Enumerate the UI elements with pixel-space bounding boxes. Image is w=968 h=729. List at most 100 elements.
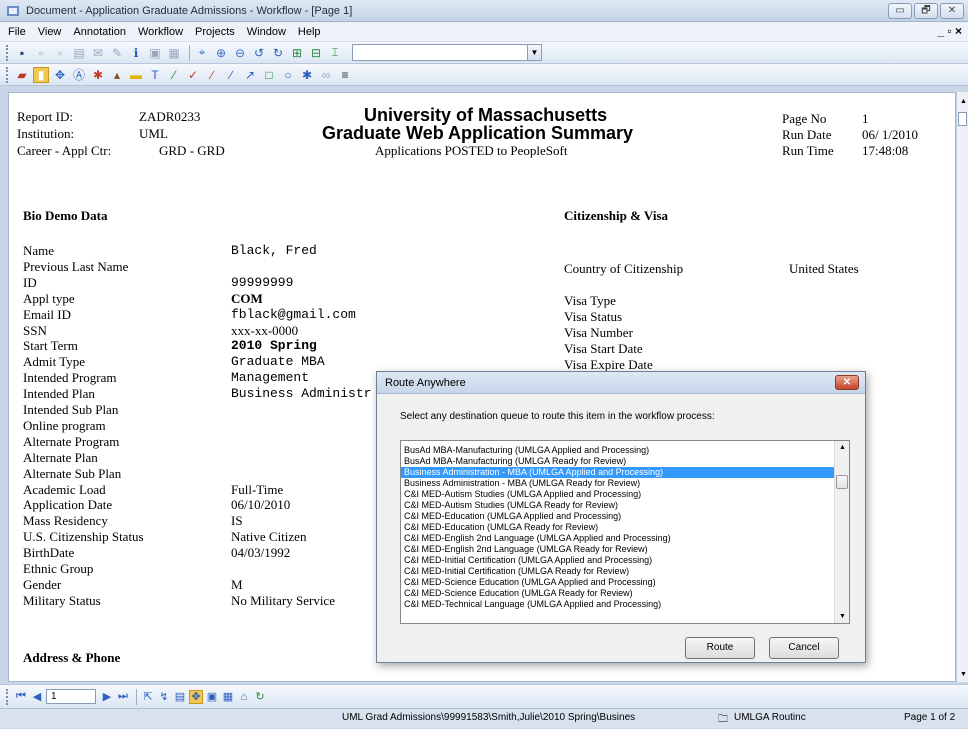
pen-icon[interactable]: ✎ [109,45,125,61]
highlighter-icon[interactable]: ▬ [128,67,144,83]
queue-item[interactable]: Business Administration - MBA (UMLGA Rea… [401,478,835,489]
cancel-button[interactable]: Cancel [769,637,839,659]
menu-window[interactable]: Window [247,26,286,38]
check-icon[interactable]: ✓ [185,67,201,83]
ellipse-icon[interactable]: ○ [280,67,296,83]
stamp-icon[interactable]: ▴ [109,67,125,83]
zoom-dropdown[interactable]: ▼ [352,44,542,61]
history-icon[interactable]: ⌂ [237,690,251,704]
queue-item[interactable]: C&I MED-Technical Language (UMLGA Applie… [401,599,835,610]
queue-listbox[interactable]: BusAd MBA-Manufacturing (UMLGA Applied a… [400,440,850,624]
arrow-icon[interactable]: ↗ [242,67,258,83]
close-button[interactable]: ✕ [940,3,964,19]
scroll-down-icon[interactable]: ▼ [839,613,846,620]
fax-icon[interactable]: ▦ [166,45,182,61]
bio-value: COM [231,290,263,306]
scroll-up-icon[interactable]: ▲ [960,98,967,105]
notes-icon[interactable]: ▦ [221,690,235,704]
bio-label: Alternate Program [23,433,120,449]
scan-icon[interactable]: ▣ [147,45,163,61]
fit-height-icon[interactable]: ⌶ [327,45,343,61]
email-icon[interactable]: ✉ [90,45,106,61]
report-caption: Applications POSTED to PeopleSoft [375,143,568,158]
close-icon[interactable]: ✕ [835,375,859,390]
scroll-up-icon[interactable]: ▲ [839,444,846,451]
minimize-button[interactable]: ▭ [888,3,912,19]
document-scrollbar[interactable]: ▲ ▼ [956,92,968,682]
queue-item[interactable]: BusAd MBA-Manufacturing (UMLGA Applied a… [401,445,835,456]
queue-item[interactable]: C&I MED-Autism Studies (UMLGA Applied an… [401,489,835,500]
save-icon[interactable]: ▪ [14,45,30,61]
chevron-down-icon[interactable]: ▼ [527,45,541,60]
listbox-scrollbar[interactable]: ▲ ▼ [834,441,849,623]
refresh-icon[interactable]: ↻ [253,690,267,704]
annotation-mode-icon[interactable]: ▰ [14,67,30,83]
fit-page-icon[interactable]: ⊞ [289,45,305,61]
pointer-icon[interactable]: ▮ [33,66,49,83]
menu-file[interactable]: File [8,26,26,38]
status-document-path: UML Grad Admissions\99991583\Smith,Julie… [342,712,636,723]
navigation-toolbar: ⏮ ◀ 1 ▶ ⏭ ⇱ ↯ ▤ ✥ ▣ ▦ ⌂ ↻ [0,684,968,708]
queue-item[interactable]: C&I MED-Initial Certification (UMLGA App… [401,555,835,566]
bio-label: Start Term [23,338,78,354]
rotate-left-icon[interactable]: ↺ [251,45,267,61]
print-icon[interactable]: ▤ [71,45,87,61]
previous-page-icon[interactable]: ◀ [30,690,44,704]
page-number-input[interactable]: 1 [46,689,96,704]
fit-width-icon[interactable]: ⊟ [308,45,324,61]
queue-item[interactable]: C&I MED-Education (UMLGA Applied and Pro… [401,511,835,522]
pencil-icon[interactable]: ∕ [166,67,182,83]
queue-item[interactable]: C&I MED-English 2nd Language (UMLGA Appl… [401,533,835,544]
info-icon[interactable]: ℹ [128,45,144,61]
queue-item[interactable]: BusAd MBA-Manufacturing (UMLGA Ready for… [401,456,835,467]
scroll-down-icon[interactable]: ▼ [960,671,967,678]
toolbar-grip[interactable] [6,66,10,83]
text-annotation-icon[interactable]: T [147,67,163,83]
toolbar-separator [136,688,137,705]
queue-item[interactable]: C&I MED-Initial Certification (UMLGA Rea… [401,566,835,577]
first-page-icon[interactable]: ⏮ [14,690,28,704]
mdi-window-controls[interactable]: _ ▫ × [937,24,962,38]
restore-button[interactable]: 🗗 [914,3,938,19]
toolbar-grip[interactable] [6,44,10,61]
queue-item[interactable]: C&I MED-Science Education (UMLGA Ready f… [401,588,835,599]
red-line-icon[interactable]: ∕ [204,67,220,83]
menu-view[interactable]: View [38,26,62,38]
menu-help[interactable]: Help [298,26,321,38]
route-button[interactable]: Route [685,637,755,659]
pushpin-icon[interactable]: ✱ [90,67,106,83]
rectangle-icon[interactable]: □ [261,67,277,83]
list-icon[interactable]: ≡ [337,67,353,83]
zoom-in-icon[interactable]: ⊕ [213,45,229,61]
menu-annotation[interactable]: Annotation [73,26,126,38]
queue-icon[interactable]: ▤ [173,690,187,704]
queue-item-selected[interactable]: Business Administration - MBA (UMLGA App… [401,467,835,478]
scroll-thumb[interactable] [958,112,967,126]
route-anywhere-icon[interactable]: ✥ [189,689,203,704]
scroll-thumb[interactable] [836,475,848,489]
properties-icon[interactable]: ▣ [205,690,219,704]
star-icon[interactable]: ✱ [299,67,315,83]
workflow-icon[interactable]: ⇱ [141,690,155,704]
last-page-icon[interactable]: ⏭ [116,690,130,704]
queue-item[interactable]: C&I MED-English 2nd Language (UMLGA Read… [401,544,835,555]
route-icon[interactable]: ↯ [157,690,171,704]
queue-item[interactable]: C&I MED-Autism Studies (UMLGA Ready for … [401,500,835,511]
paste-icon[interactable]: ▫ [52,45,68,61]
bio-value: 2010 Spring [231,338,317,354]
text-select-icon[interactable]: Ⓐ [71,67,87,83]
move-icon[interactable]: ✥ [52,67,68,83]
menu-projects[interactable]: Projects [195,26,235,38]
toolbar-grip[interactable] [6,688,10,705]
queue-item[interactable]: C&I MED-Science Education (UMLGA Applied… [401,577,835,588]
next-page-icon[interactable]: ▶ [100,690,114,704]
line-icon[interactable]: ∕ [223,67,239,83]
link-icon[interactable]: ∞ [318,67,334,83]
menu-workflow[interactable]: Workflow [138,26,183,38]
zoom-out-icon[interactable]: ⊖ [232,45,248,61]
select-icon[interactable]: ⌖ [194,45,210,61]
copy-icon[interactable]: ▫ [33,45,49,61]
rotate-right-icon[interactable]: ↻ [270,45,286,61]
queue-item[interactable]: C&I MED-Education (UMLGA Ready for Revie… [401,522,835,533]
bio-value: Business Administr [231,386,372,402]
